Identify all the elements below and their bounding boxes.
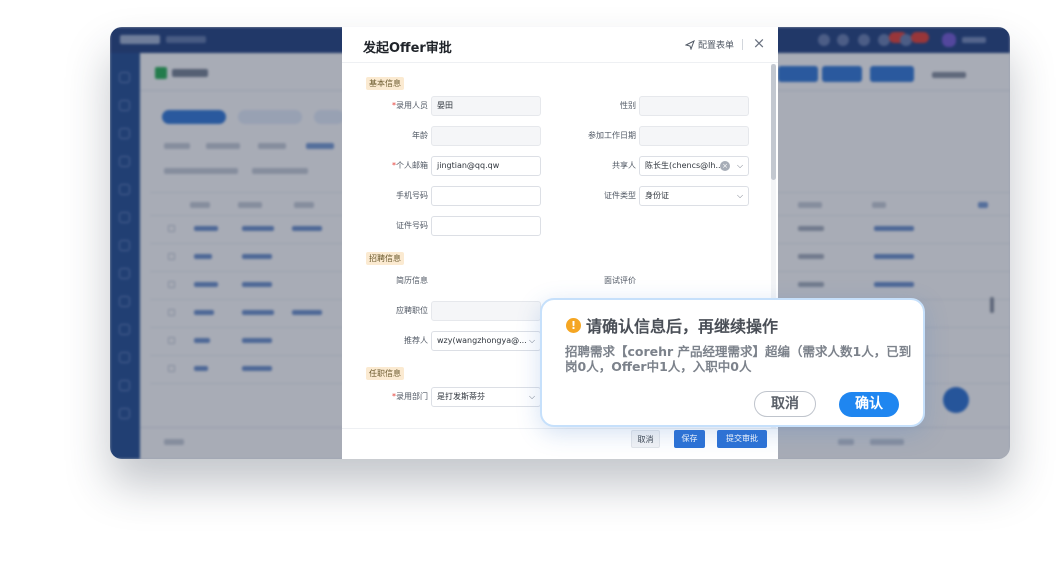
config-form-label: 配置表单 (698, 41, 735, 51)
confirm-ok-button[interactable]: 确认 (839, 392, 899, 417)
phone-label: 手机号码 (396, 191, 428, 200)
warning-icon: ! (566, 317, 581, 333)
share-person-value: 陈长生(chencs@lh... (645, 161, 724, 170)
chevron-down-icon: ⌵ (737, 191, 744, 200)
age-label: 年龄 (412, 131, 428, 140)
screen: 发起Offer审批 配置表单 × 基本信息 *录用人员 晏田 性别 年龄 参加工… (0, 0, 1057, 583)
email-label-text: 个人邮箱 (396, 161, 428, 170)
dialog-scrollbar[interactable] (771, 64, 776, 180)
chevron-down-icon: ⌵ (737, 161, 744, 170)
section-recruit-info: 招聘信息 (366, 252, 404, 265)
section-onboard-info: 任职信息 (366, 367, 404, 380)
dialog-title: 发起Offer审批 (363, 41, 452, 56)
interview-eval-label: 面试评价 (604, 276, 636, 285)
referrer-label: 推荐人 (404, 336, 428, 345)
gender-field[interactable] (639, 96, 749, 116)
email-label: *个人邮箱 (372, 160, 428, 172)
referrer-select[interactable]: wzy(wangzhongya@... ⌵ (431, 331, 541, 351)
clear-icon[interactable]: × (720, 161, 730, 171)
header-separator (742, 39, 743, 50)
dialog-save-button[interactable]: 保存 (674, 430, 705, 448)
hire-person-label: *录用人员 (372, 100, 428, 112)
confirm-cancel-button[interactable]: 取消 (754, 391, 816, 417)
close-icon[interactable]: × (750, 34, 768, 52)
hire-dept-select[interactable]: 是打发斯蒂芬 ⌵ (431, 387, 541, 407)
chevron-down-icon: ⌵ (529, 336, 536, 345)
work-start-date-label: 参加工作日期 (588, 131, 636, 140)
confirm-title-text: 请确认信息后，再继续操作 (586, 317, 779, 336)
dialog-footer (342, 428, 778, 459)
id-number-label: 证件号码 (396, 221, 428, 230)
section-basic-info: 基本信息 (366, 77, 404, 90)
referrer-value: wzy(wangzhongya@... (437, 336, 527, 345)
confirm-message: 招聘需求【corehr 产品经理需求】超编（需求人数1人，已到岗0人，Offer… (565, 344, 912, 374)
hire-person-field[interactable]: 晏田 (431, 96, 541, 116)
id-type-value: 身份证 (645, 191, 669, 200)
phone-field[interactable] (431, 186, 541, 206)
paper-plane-icon (685, 39, 695, 50)
age-field[interactable] (431, 126, 541, 146)
id-number-field[interactable] (431, 216, 541, 236)
work-start-date-field[interactable] (639, 126, 749, 146)
hire-dept-value: 是打发斯蒂芬 (437, 392, 485, 401)
position-field[interactable] (431, 301, 541, 321)
gender-label: 性别 (620, 101, 636, 110)
resume-label: 简历信息 (396, 276, 428, 285)
id-type-select[interactable]: 身份证 ⌵ (639, 186, 749, 206)
share-person-select[interactable]: 陈长生(chencs@lh... × ⌵ (639, 156, 749, 176)
hire-dept-label-text: 录用部门 (396, 392, 428, 401)
hire-person-label-text: 录用人员 (396, 101, 428, 110)
config-form-link[interactable]: 配置表单 (685, 38, 734, 51)
submit-approval-button[interactable]: 提交审批 (717, 430, 767, 448)
email-field[interactable]: jingtian@qq.qw (431, 156, 541, 176)
confirm-title: ! 请确认信息后，再继续操作 (566, 313, 778, 337)
share-person-label: 共享人 (612, 161, 636, 170)
confirm-popup: ! 请确认信息后，再继续操作 招聘需求【corehr 产品经理需求】超编（需求人… (540, 298, 925, 427)
dialog-cancel-button[interactable]: 取消 (631, 430, 660, 448)
id-type-label: 证件类型 (604, 191, 636, 200)
hire-dept-label: *录用部门 (372, 391, 428, 403)
chevron-down-icon: ⌵ (529, 392, 536, 401)
position-label: 应聘职位 (396, 306, 428, 315)
